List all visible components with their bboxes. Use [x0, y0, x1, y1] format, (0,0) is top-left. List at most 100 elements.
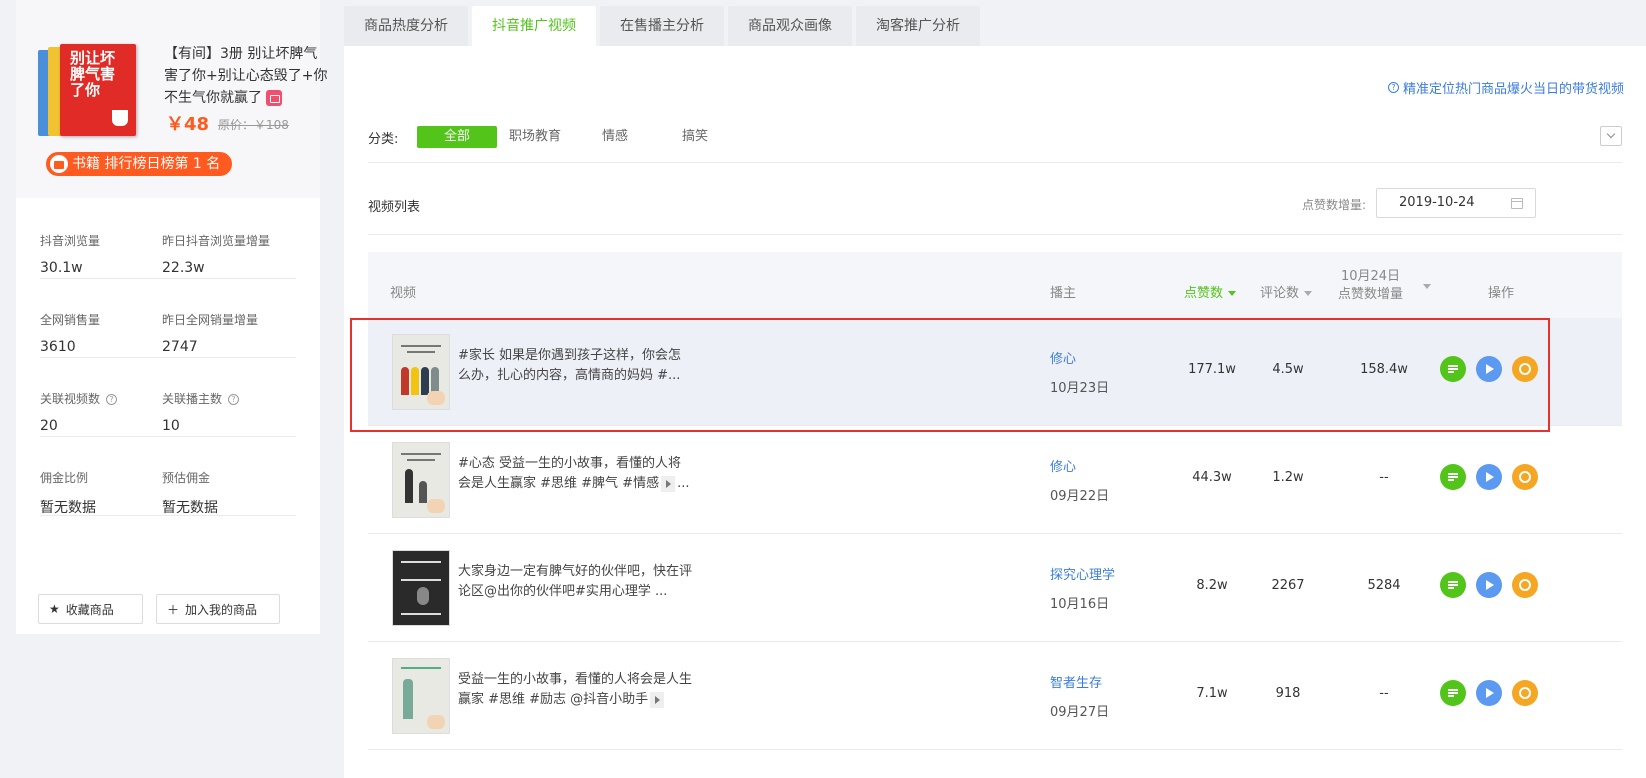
stat-label: 昨日抖音浏览量增量 [162, 234, 271, 248]
stat-label-text: 关联播主数 [162, 392, 223, 406]
thumb-text-line [401, 453, 441, 455]
detail-list-icon[interactable] [1440, 464, 1466, 490]
video-thumbnail[interactable] [392, 550, 450, 626]
table-header: 视频 播主 点赞数 评论数 10月24日 点赞数增量 操作 [368, 252, 1622, 324]
likes-value: 7.1w [1196, 686, 1228, 701]
category-label: 分类: [368, 132, 399, 147]
increment-value: 5284 [1367, 578, 1401, 593]
sort-down-icon [1423, 284, 1431, 289]
table-row[interactable]: #家长 如果是你遇到孩子这样，你会怎么办，扎心的内容，高情商的妈妈 #... 修… [368, 318, 1622, 426]
product-title[interactable]: 【有间】3册 别让坏脾气害了你+别让心态毁了+你不生气你就赢了 [164, 43, 328, 109]
tab-taoke-analysis[interactable]: 淘客推广分析 [856, 6, 980, 46]
add-to-my-products-button[interactable]: ＋ 加入我的商品 [156, 594, 280, 624]
video-list-title: 视频列表 [368, 200, 421, 215]
more-tags-icon [661, 475, 676, 492]
play-icon[interactable] [1476, 464, 1502, 490]
stat-label: 全网销售量 [40, 313, 101, 327]
help-icon[interactable]: ? [228, 394, 240, 405]
product-stats-panel: 抖音浏览量 30.1w 昨日抖音浏览量增量 22.3w 全网销售量 3610 昨… [16, 198, 320, 634]
detail-list-icon[interactable] [1440, 572, 1466, 598]
locate-target-icon[interactable] [1512, 356, 1538, 382]
video-thumbnail[interactable] [392, 658, 450, 734]
play-icon[interactable] [1476, 680, 1502, 706]
book-front: 别让坏脾气害了你 [60, 44, 136, 136]
table-row[interactable]: #心态 受益一生的小故事，看懂的人将会是人生赢家 #思维 #脾气 #情感... … [368, 426, 1622, 534]
column-likes-sort[interactable]: 点赞数 [1184, 282, 1237, 301]
author-link[interactable]: 修心 [1050, 348, 1076, 367]
category-emotion[interactable]: 情感 [575, 126, 655, 148]
stat-value: 22.3w [162, 260, 205, 276]
video-title[interactable]: 受益一生的小故事，看懂的人将会是人生赢家 #思维 #励志 @抖音小助手 [458, 670, 692, 710]
precise-locate-link[interactable]: ? 精准定位热门商品爆火当日的带货视频 [1387, 78, 1624, 97]
play-icon[interactable] [1476, 356, 1502, 382]
thumb-hand [427, 499, 445, 513]
stat-value: 2747 [162, 339, 198, 355]
tab-author-analysis[interactable]: 在售播主分析 [600, 6, 724, 46]
locate-target-icon[interactable] [1512, 680, 1538, 706]
date-picker-value: 2019-10-24 [1399, 195, 1475, 210]
video-thumbnail[interactable] [392, 334, 450, 410]
locate-target-icon[interactable] [1512, 464, 1538, 490]
increment-value: -- [1379, 686, 1389, 701]
likes-value: 8.2w [1196, 578, 1228, 593]
thumb-figure [417, 587, 429, 605]
tab-douyin-videos[interactable]: 抖音推广视频 [472, 6, 596, 46]
sort-down-icon [1304, 291, 1313, 296]
video-title[interactable]: #心态 受益一生的小故事，看懂的人将会是人生赢家 #思维 #脾气 #情感... [458, 454, 692, 494]
table-row[interactable]: 大家身边一定有脾气好的伙伴吧，快在评论区@出你的伙伴吧#实用心理学 ... 探究… [368, 534, 1622, 642]
stats-row: 全网销售量 3610 昨日全网销量增量 2747 [40, 277, 296, 358]
expand-categories-button[interactable] [1600, 126, 1622, 146]
more-tags-icon [650, 691, 665, 708]
author-link[interactable]: 探究心理学 [1050, 564, 1115, 583]
column-comments-label: 评论数 [1260, 286, 1300, 301]
stat-label: 关联视频数? [40, 390, 118, 407]
thumb-figure [403, 679, 413, 719]
video-title-tail: ... [677, 476, 690, 491]
play-icon[interactable] [1476, 572, 1502, 598]
stat-value: 10 [162, 418, 180, 434]
stat-label: 昨日全网销量增量 [162, 313, 259, 327]
video-title[interactable]: 大家身边一定有脾气好的伙伴吧，快在评论区@出你的伙伴吧#实用心理学 ... [458, 562, 692, 602]
thumb-text-line [401, 667, 441, 669]
thumb-text-line [407, 351, 435, 353]
author-link[interactable]: 智者生存 [1050, 672, 1102, 691]
category-funny[interactable]: 搞笑 [655, 126, 735, 148]
stat-value: 20 [40, 418, 58, 434]
category-all[interactable]: 全部 [417, 126, 497, 148]
product-cover-image[interactable]: 别让坏脾气害了你 [38, 44, 136, 136]
locate-target-icon[interactable] [1512, 572, 1538, 598]
table-row[interactable]: 受益一生的小故事，看懂的人将会是人生赢家 #思维 #励志 @抖音小助手 智者生存… [368, 642, 1622, 750]
column-increment-line2: 点赞数增量 [1338, 287, 1404, 302]
stat-label-text: 关联视频数 [40, 392, 101, 406]
sort-down-icon [1228, 291, 1237, 296]
original-price: 原价：￥108 [218, 118, 289, 132]
column-comments-sort[interactable]: 评论数 [1260, 282, 1313, 301]
category-career-education[interactable]: 职场教育 [495, 126, 575, 148]
stats-row: 佣金比例 暂无数据 预估佣金 暂无数据 [40, 435, 296, 516]
video-thumbnail[interactable] [392, 442, 450, 518]
tab-audience-profile[interactable]: 商品观众画像 [728, 6, 852, 46]
help-icon[interactable]: ? [106, 394, 118, 405]
star-icon: ★ [49, 602, 60, 616]
video-date: 10月16日 [1050, 597, 1110, 612]
favorite-button[interactable]: ★ 收藏商品 [38, 594, 143, 624]
comments-value: 2267 [1271, 578, 1305, 593]
tab-hot-analysis[interactable]: 商品热度分析 [344, 6, 468, 46]
stat-label: 抖音浏览量 [40, 234, 101, 248]
thumb-figure [401, 367, 409, 395]
divider [368, 234, 1622, 235]
stat-label: 预估佣金 [162, 471, 211, 485]
thumb-text-line [401, 579, 441, 581]
detail-list-icon[interactable] [1440, 356, 1466, 382]
detail-list-icon[interactable] [1440, 680, 1466, 706]
stats-row: 关联视频数? 20 关联播主数? 10 [40, 356, 296, 437]
author-link[interactable]: 修心 [1050, 456, 1076, 475]
thumb-figure [419, 481, 427, 503]
stat-value: 暂无数据 [40, 500, 96, 516]
row-actions [1440, 464, 1548, 490]
analysis-tabs: 商品热度分析 抖音推广视频 在售播主分析 商品观众画像 淘客推广分析 [344, 6, 984, 46]
video-title[interactable]: #家长 如果是你遇到孩子这样，你会怎么办，扎心的内容，高情商的妈妈 #... [458, 346, 692, 386]
column-increment-sort[interactable]: 10月24日 点赞数增量 [1338, 268, 1403, 304]
date-picker-input[interactable]: 2019-10-24 [1376, 188, 1536, 218]
video-date: 09月27日 [1050, 705, 1110, 720]
